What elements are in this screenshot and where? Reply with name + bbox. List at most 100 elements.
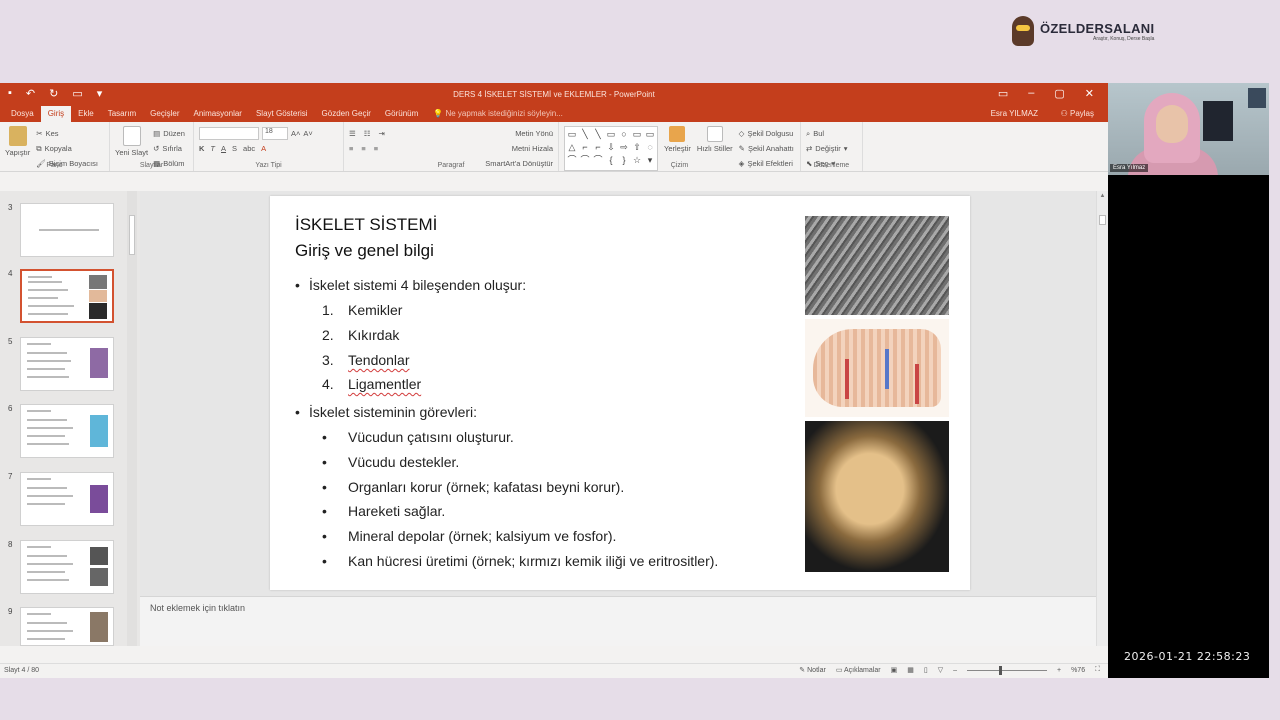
tab-dosya[interactable]: Dosya: [4, 106, 41, 122]
tab-animasyonlar[interactable]: Animasyonlar: [187, 106, 249, 122]
italic-icon[interactable]: T: [210, 144, 215, 153]
scroll-thumb[interactable]: [1099, 215, 1106, 225]
slide-thumbnail[interactable]: [20, 203, 114, 257]
shrink-font-icon[interactable]: A˅: [303, 129, 312, 138]
current-slide[interactable]: İSKELET SİSTEMİ Giriş ve genel bilgi • İs…: [270, 196, 970, 590]
slide-scrollbar[interactable]: ▲: [1096, 191, 1108, 646]
quick-styles-icon: [706, 126, 723, 142]
align-center-icon[interactable]: ≡: [361, 144, 365, 153]
align-right-icon[interactable]: ≡: [374, 144, 378, 153]
slide-title[interactable]: İSKELET SİSTEMİ Giriş ve genel bilgi: [295, 212, 437, 264]
text-direction-button[interactable]: Metin Yönü: [515, 129, 553, 138]
account-user[interactable]: Esra YILMAZ: [991, 109, 1038, 118]
tab-gorunum[interactable]: Görünüm: [378, 106, 425, 122]
slideshow-view-icon[interactable]: ▽: [938, 666, 943, 674]
bullet-components[interactable]: • İskelet sistemi 4 bileşenden oluşur:: [295, 277, 526, 293]
minimize-icon[interactable]: –: [1028, 87, 1034, 100]
slide-counter: Slayt 4 / 80: [4, 667, 40, 674]
brand-name: ÖZELDERSALANI: [1040, 20, 1155, 36]
zoom-in-icon[interactable]: +: [1057, 667, 1061, 674]
thumbnail-item[interactable]: 7: [4, 472, 116, 528]
thumbnail-item[interactable]: 5: [4, 337, 116, 393]
group-label-yazi-tipi: Yazı Tipi: [255, 162, 282, 169]
thumbnails-scrollbar[interactable]: [127, 191, 137, 646]
comment-icon: ▭: [835, 667, 843, 674]
reset-button[interactable]: ↺ Sıfırla: [153, 141, 185, 156]
font-color-icon[interactable]: A: [261, 144, 266, 153]
zoom-slider[interactable]: [966, 665, 1047, 675]
arrange-icon: [669, 126, 686, 142]
zoom-level[interactable]: %76: [1071, 667, 1085, 674]
font-name-box[interactable]: [199, 127, 259, 140]
scissors-icon: ✂: [36, 129, 43, 138]
share-button[interactable]: ⚇ Paylaş: [1061, 109, 1094, 118]
slide-thumbnail[interactable]: [20, 607, 114, 646]
thumbnail-item[interactable]: 3: [4, 203, 116, 259]
group-duzenleme: ⌕ Bul ⇄ Değiştir ▾ ⬉ Seç ▾ Düzenleme: [801, 122, 863, 171]
ribbon-options-icon[interactable]: ▭: [998, 87, 1008, 100]
underline-icon[interactable]: A: [221, 144, 226, 153]
slide-thumbnail-selected[interactable]: [20, 269, 114, 323]
replace-button[interactable]: ⇄ Değiştir ▾: [806, 141, 857, 156]
close-icon[interactable]: ✕: [1085, 87, 1094, 100]
strikethrough-icon[interactable]: abc: [243, 144, 255, 153]
search-icon: ⌕: [806, 128, 811, 138]
thumbnail-item[interactable]: 4: [4, 269, 116, 325]
cut-button[interactable]: ✂ Kes: [36, 126, 98, 141]
webcam-video: Esra Yılmaz: [1108, 83, 1269, 175]
bullet-functions[interactable]: • İskelet sisteminin görevleri:: [295, 404, 477, 420]
align-text-button[interactable]: Metni Hizala: [512, 144, 553, 153]
grow-font-icon[interactable]: A˄: [291, 129, 300, 138]
bullets-icon[interactable]: ☰: [349, 129, 356, 138]
tab-gozden-gecir[interactable]: Gözden Geçir: [315, 106, 378, 122]
notes-toggle[interactable]: ✎ Notlar: [799, 666, 826, 674]
brand-logo: ÖZELDERSALANI Araştır, Konuş, Derse Başl…: [1012, 16, 1154, 46]
thumbnail-item[interactable]: 6: [4, 404, 116, 460]
numbering-icon[interactable]: ☷: [364, 129, 371, 138]
replace-icon: ⇄: [806, 144, 813, 153]
window-title: DERS 4 İSKELET SİSTEMİ ve EKLEMLER - Pow…: [453, 90, 655, 99]
slide-thumbnail[interactable]: [20, 337, 114, 391]
find-button[interactable]: ⌕ Bul: [806, 126, 857, 141]
align-left-icon[interactable]: ≡: [349, 144, 353, 153]
reading-view-icon[interactable]: ▯: [924, 666, 928, 674]
thumbnail-item[interactable]: 9: [4, 607, 116, 663]
indent-icon[interactable]: ⇥: [378, 129, 384, 138]
tab-gecisler[interactable]: Geçişler: [143, 106, 186, 122]
layout-button[interactable]: ▤ Düzen: [153, 126, 185, 141]
fit-slide-icon[interactable]: ⛶: [1095, 666, 1100, 674]
tab-giris[interactable]: Giriş: [40, 106, 72, 122]
collagen-fibers-image[interactable]: [805, 216, 949, 315]
notes-pane[interactable]: Not eklemek için tıklatın: [140, 596, 1096, 646]
slide-sorter-icon[interactable]: ▦: [907, 666, 914, 674]
slide-thumbnail[interactable]: [20, 472, 114, 526]
slide-thumbnail[interactable]: [20, 540, 114, 594]
layout-icon: ▤: [153, 129, 161, 138]
maximize-icon[interactable]: ▢: [1054, 87, 1064, 100]
skull-spine-xray-image[interactable]: [805, 421, 949, 572]
copy-button[interactable]: ⧉ Kopyala: [36, 141, 98, 156]
tab-tasarim[interactable]: Tasarım: [101, 106, 143, 122]
scroll-thumb[interactable]: [129, 215, 135, 255]
shape-outline-button[interactable]: ✎ Şekil Anahattı: [739, 141, 794, 156]
scroll-up-icon[interactable]: ▲: [1097, 193, 1108, 199]
tell-me-search[interactable]: 💡 Ne yapmak istediğinizi söyleyin...: [425, 106, 571, 122]
tab-slayt-gosterisi[interactable]: Slayt Gösterisi: [249, 106, 315, 122]
fill-icon: ◇: [738, 129, 745, 138]
thumbnail-item[interactable]: 8: [4, 540, 116, 596]
group-slaytlar: Yeni Slayt ▤ Düzen ↺ Sıfırla ▦ Bölüm Slaytl…: [110, 122, 194, 171]
tab-ekle[interactable]: Ekle: [71, 106, 101, 122]
recording-timestamp: 2026-01-21 22:58:23: [1124, 650, 1251, 663]
shape-fill-button[interactable]: ◇ Şekil Dolgusu: [739, 126, 794, 141]
shadow-icon[interactable]: S: [232, 144, 237, 153]
list-item: • Organları korur (örnek; kafatası beyni …: [322, 479, 625, 495]
normal-view-icon[interactable]: ▣: [891, 666, 898, 674]
zoom-out-icon[interactable]: –: [953, 667, 957, 674]
bone-tissue-diagram-image[interactable]: [805, 319, 949, 417]
slide-thumbnail[interactable]: [20, 404, 114, 458]
comments-toggle[interactable]: ▭ Açıklamalar: [836, 666, 881, 674]
group-label-duzenleme: Düzenleme: [813, 162, 850, 169]
bold-icon[interactable]: K: [199, 144, 204, 153]
chevron-down-icon: ▾: [843, 144, 848, 153]
font-size-box[interactable]: 18: [262, 127, 288, 140]
